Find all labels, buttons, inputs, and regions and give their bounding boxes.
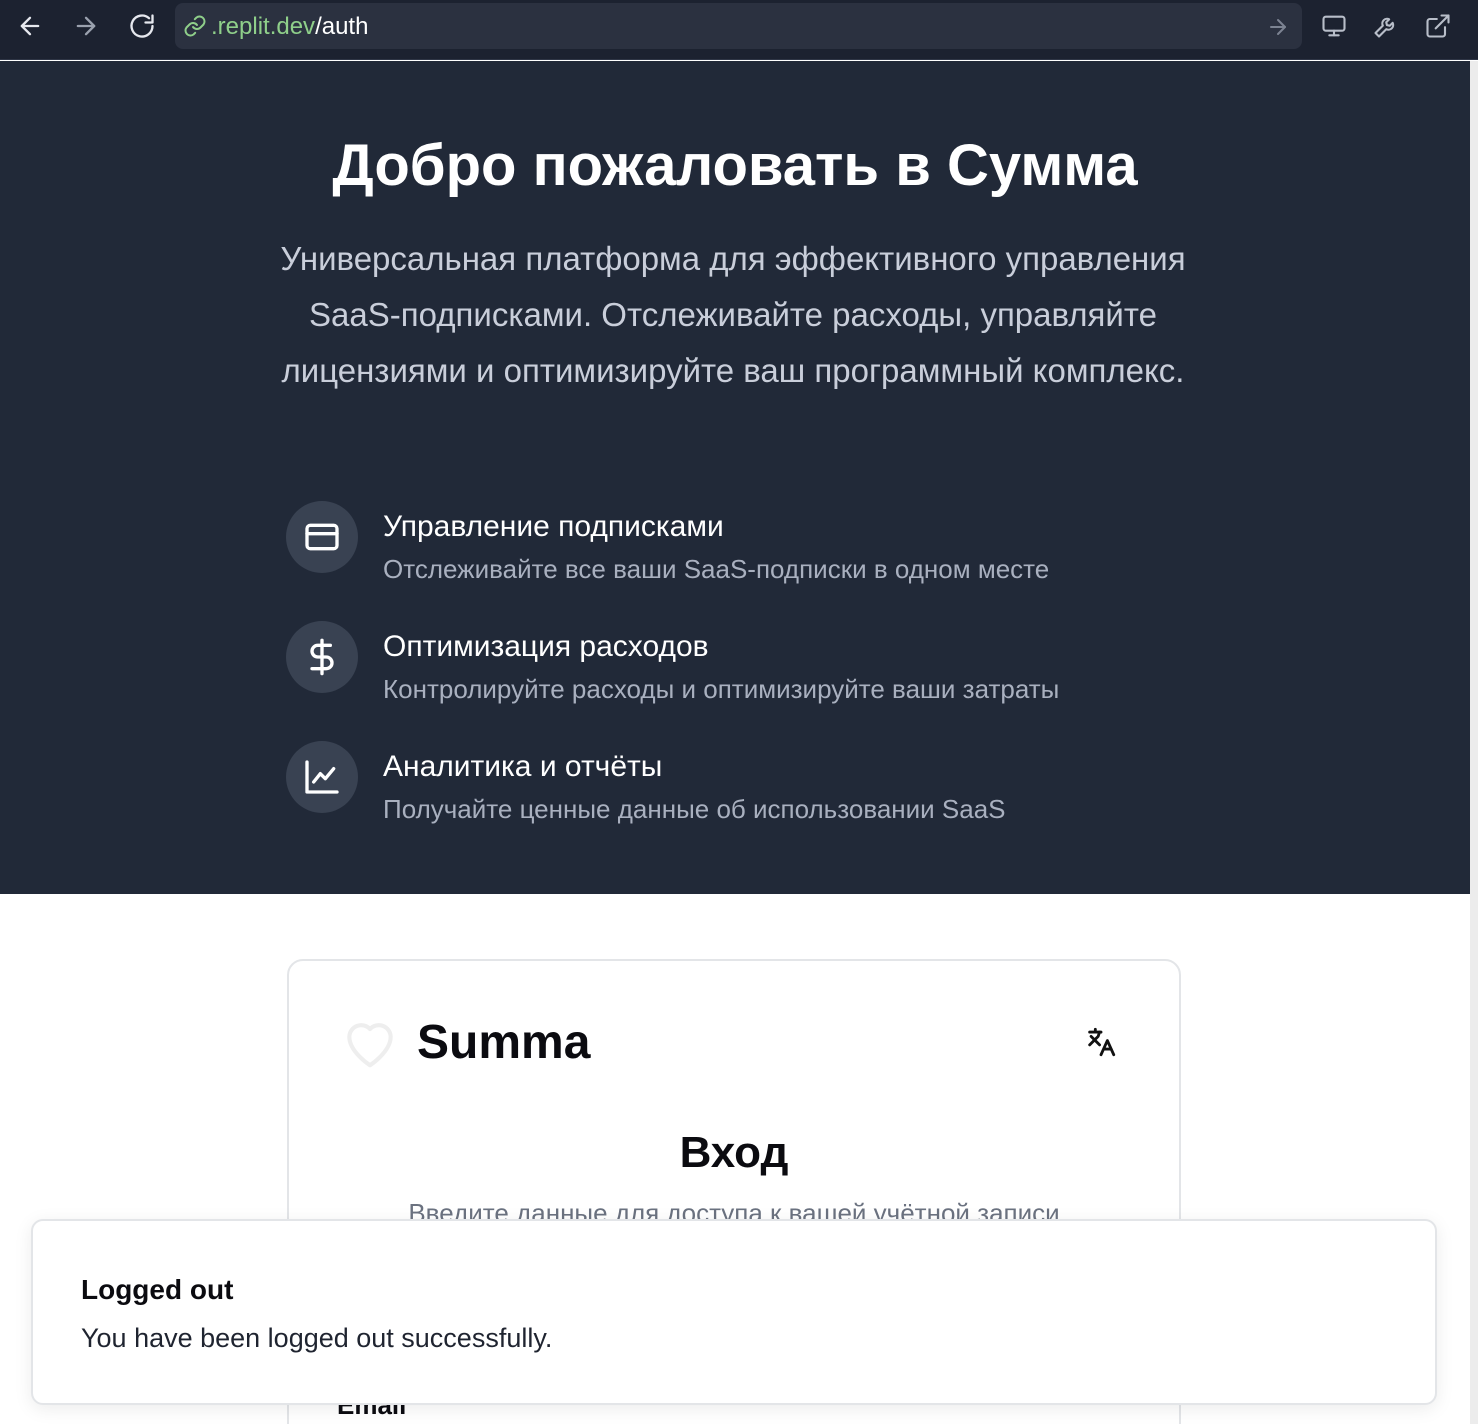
- browser-toolbar: .replit.dev/auth: [0, 0, 1478, 60]
- scrollbar-track[interactable]: [1470, 61, 1478, 1424]
- arrow-right-icon: [76, 16, 96, 36]
- feature-icon-circle: [286, 501, 358, 573]
- wrench-icon: [1374, 17, 1395, 38]
- feature-icon-circle: [286, 621, 358, 693]
- monitor-icon: [1322, 15, 1346, 37]
- back-button[interactable]: [12, 8, 48, 44]
- link-icon: [184, 15, 206, 37]
- hero-section: Добро пожаловать в Сумма Универсальная п…: [0, 61, 1470, 894]
- devtools-button[interactable]: [1368, 8, 1404, 44]
- hero-description: Универсальная платформа для эффективного…: [280, 240, 1186, 389]
- external-link-icon: [1426, 14, 1450, 38]
- url-path: /auth: [315, 13, 369, 40]
- dollar-sign-icon: [310, 638, 334, 676]
- toast-title: Logged out: [81, 1274, 234, 1305]
- feature-description: Отслеживайте все ваши SaaS-подписки в од…: [383, 554, 1050, 584]
- reload-button[interactable]: [124, 8, 160, 44]
- url-text: .replit.dev/auth: [211, 14, 368, 40]
- login-title: Вход: [679, 1128, 789, 1177]
- feature-item: Управление подписками Отслеживайте все в…: [286, 501, 1186, 584]
- credit-card-icon: [305, 523, 339, 551]
- devices-button[interactable]: [1316, 8, 1352, 44]
- feature-item: Аналитика и отчёты Получайте ценные данн…: [286, 741, 1186, 824]
- arrow-left-icon: [20, 16, 40, 36]
- reload-icon: [130, 14, 154, 38]
- language-switch-button[interactable]: [1082, 1023, 1120, 1061]
- feature-title: Управление подписками: [383, 510, 724, 543]
- open-external-button[interactable]: [1420, 8, 1456, 44]
- brand-name: Summa: [417, 1016, 591, 1069]
- url-domain: .replit.dev: [211, 13, 316, 40]
- heart-icon: [347, 1023, 393, 1068]
- feature-icon-circle: [286, 741, 358, 813]
- toast-notification[interactable]: Logged out You have been logged out succ…: [31, 1219, 1437, 1405]
- forward-button[interactable]: [68, 8, 104, 44]
- hero-title: Добро пожаловать в Сумма: [332, 133, 1138, 198]
- go-arrow-icon[interactable]: [1266, 15, 1290, 39]
- feature-item: Оптимизация расходов Контролируйте расхо…: [286, 621, 1186, 704]
- feature-description: Получайте ценные данные об использовании…: [383, 794, 1006, 824]
- toast-description: You have been logged out successfully.: [81, 1323, 553, 1353]
- feature-description: Контролируйте расходы и оптимизируйте ва…: [383, 674, 1060, 704]
- line-chart-icon: [305, 760, 339, 794]
- feature-title: Оптимизация расходов: [383, 630, 709, 663]
- translate-icon: [1088, 1027, 1116, 1057]
- address-bar[interactable]: .replit.dev/auth: [175, 3, 1302, 49]
- feature-title: Аналитика и отчёты: [383, 750, 663, 783]
